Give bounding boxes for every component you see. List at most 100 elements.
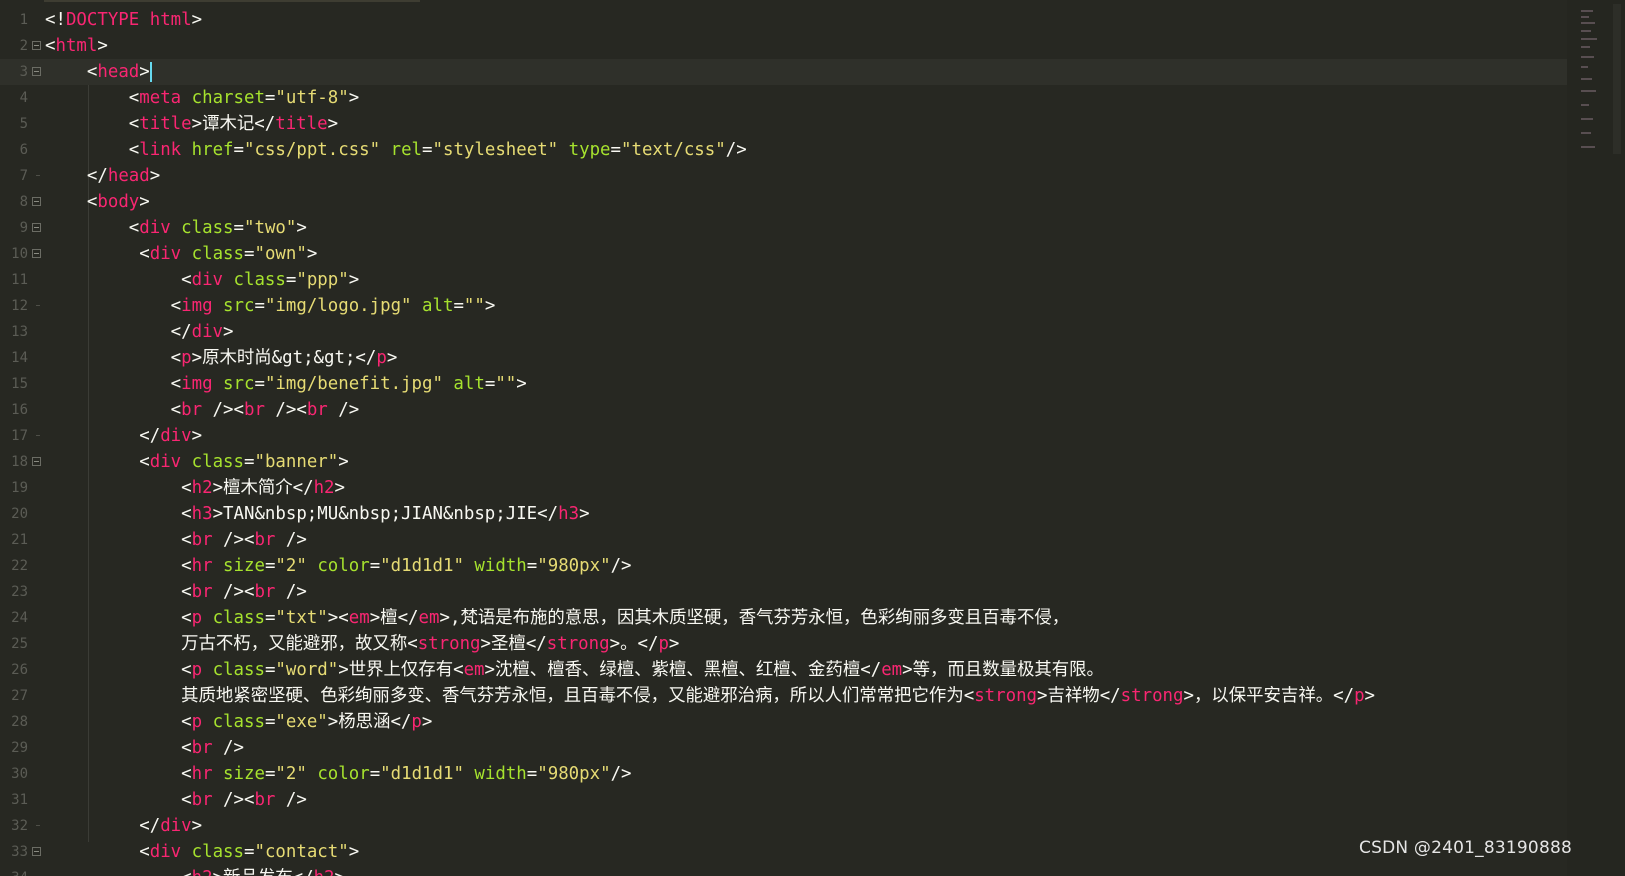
code-line-content[interactable]: <h2>新品发布</h2> (45, 865, 345, 876)
attribute-name: type (568, 140, 611, 160)
code-line[interactable]: 28 <p class="exe">杨思涵</p> (0, 709, 1600, 735)
code-line-content[interactable]: <title>谭木记</title> (45, 111, 338, 137)
punctuation: = (526, 556, 538, 576)
code-line-content[interactable]: <br /><br /> (45, 527, 307, 553)
code-line[interactable]: 25 万古不朽，又能避邪，故又称<strong>圣檀</strong>。</p> (0, 631, 1600, 657)
code-area[interactable]: 1 <!DOCTYPE html> 2 <html> 3 <head> 4 <meta c… (0, 7, 1600, 876)
code-line-content[interactable]: 其质地紧密坚硬、色彩绚丽多变、香气芬芳永恒，且百毒不侵，又能避邪治病，所以人们常… (45, 683, 1375, 709)
code-line-content[interactable]: <img src="img/logo.jpg" alt=""> (45, 293, 496, 319)
line-number: 34 (0, 865, 28, 876)
code-line-content[interactable]: <p class="exe">杨思涵</p> (45, 709, 432, 735)
punctuation: < (86, 192, 98, 212)
fold-toggle-icon[interactable] (32, 41, 41, 50)
code-line[interactable]: 2 <html> (0, 33, 1600, 59)
punctuation: < (181, 660, 192, 680)
scrollbar-thumb[interactable] (1613, 4, 1621, 154)
attribute-name: width (474, 556, 527, 576)
punctuation: > (327, 712, 339, 732)
tag-name: strong (546, 634, 610, 654)
code-editor[interactable]: 1 <!DOCTYPE html> 2 <html> 3 <head> 4 <meta c… (0, 0, 1625, 876)
tag-name: em (348, 608, 370, 628)
code-line[interactable]: 12 <img src="img/logo.jpg" alt=""> (0, 293, 1600, 319)
code-line-content[interactable]: <br /><br /> (45, 787, 307, 813)
code-line[interactable]: 19 <h2>檀木简介</h2> (0, 475, 1600, 501)
code-line[interactable]: 22 <hr size="2" color="d1d1d1" width="98… (0, 553, 1600, 579)
tag-name: title (139, 114, 192, 134)
fold-toggle-icon[interactable] (32, 457, 41, 466)
code-line[interactable]: 29 <br /> (0, 735, 1600, 761)
code-line[interactable]: 16 <br /><br /><br /> (0, 397, 1600, 423)
code-line-content[interactable]: <br /><br /><br /> (45, 397, 360, 423)
code-line-content[interactable]: <br /><br /> (45, 579, 307, 605)
fold-toggle-icon[interactable] (32, 223, 41, 232)
code-line[interactable]: 17 </div> (0, 423, 1600, 449)
line-number: 1 (19, 12, 28, 28)
code-line-content[interactable]: <head> (45, 59, 152, 85)
punctuation: /> (327, 400, 360, 420)
code-line-content[interactable]: </head> (45, 163, 160, 189)
fold-end-marker (36, 435, 40, 436)
fold-toggle-icon[interactable] (32, 847, 41, 856)
code-line[interactable]: 11 <div class="ppp"> (0, 267, 1600, 293)
code-line[interactable]: 7 </head> (0, 163, 1600, 189)
attribute-value: "two" (244, 218, 297, 238)
code-line-content[interactable]: </div> (45, 423, 202, 449)
code-line[interactable]: 15 <img src="img/benefit.jpg" alt=""> (0, 371, 1600, 397)
code-line-content[interactable]: <body> (45, 189, 150, 215)
code-line-content[interactable]: <p class="word">世界上仅存有<em>沈檀、檀香、绿檀、紫檀、黑檀… (45, 657, 1104, 683)
code-line-content[interactable]: <p class="txt"><em>檀</em>,梵语是布施的意思，因其木质坚… (45, 605, 1069, 631)
minimap[interactable] (1567, 0, 1625, 876)
code-line[interactable]: 9 <div class="two"> (0, 215, 1600, 241)
code-line[interactable]: 30 <hr size="2" color="d1d1d1" width="98… (0, 761, 1600, 787)
code-line[interactable]: 10 <div class="own"> (0, 241, 1600, 267)
code-line[interactable]: 24 <p class="txt"><em>檀</em>,梵语是布施的意思，因其… (0, 605, 1600, 631)
code-line-content[interactable]: <html> (45, 33, 108, 59)
code-line-content[interactable]: <br /> (45, 735, 244, 761)
code-line-content[interactable]: <div class="banner"> (45, 449, 348, 475)
code-line[interactable]: 32 </div> (0, 813, 1600, 839)
code-line-content[interactable]: <img src="img/benefit.jpg" alt=""> (45, 371, 527, 397)
code-line[interactable]: 1 <!DOCTYPE html> (0, 7, 1600, 33)
punctuation: = (264, 88, 276, 108)
code-line[interactable]: 4 <meta charset="utf-8"> (0, 85, 1600, 111)
code-line[interactable]: 3 <head> (0, 59, 1600, 85)
code-line-content[interactable]: <hr size="2" color="d1d1d1" width="980px… (45, 761, 631, 787)
code-line-content[interactable]: <meta charset="utf-8"> (45, 85, 359, 111)
punctuation: = (233, 140, 244, 160)
code-line[interactable]: 13 </div> (0, 319, 1600, 345)
code-line-content[interactable]: <div class="two"> (45, 215, 307, 241)
code-line-content[interactable]: <link href="css/ppt.css" rel="stylesheet… (45, 137, 747, 163)
code-line[interactable]: 20 <h3>TAN&nbsp;MU&nbsp;JIAN&nbsp;JIE</h… (0, 501, 1600, 527)
code-line-content[interactable]: </div> (45, 319, 234, 345)
code-line-content[interactable]: <div class="ppp"> (45, 267, 359, 293)
line-number: 21 (11, 532, 28, 548)
code-line[interactable]: 5 <title>谭木记</title> (0, 111, 1600, 137)
code-line[interactable]: 34 <h2>新品发布</h2> (0, 865, 1600, 876)
fold-toggle-icon[interactable] (32, 197, 41, 206)
punctuation: < (170, 348, 182, 368)
code-line[interactable]: 8 <body> (0, 189, 1600, 215)
fold-toggle-icon[interactable] (32, 249, 41, 258)
code-line-content[interactable]: 万古不朽，又能避邪，故又称<strong>圣檀</strong>。</p> (45, 631, 679, 657)
code-line-content[interactable]: <hr size="2" color="d1d1d1" width="980px… (45, 553, 631, 579)
punctuation: </ (390, 712, 412, 732)
code-line-content[interactable]: <div class="contact"> (45, 839, 359, 865)
code-line-content[interactable]: </div> (45, 813, 202, 839)
attribute-name: size (223, 556, 265, 576)
code-line[interactable]: 14 <p>原木时尚&gt;&gt;</p> (0, 345, 1600, 371)
code-line[interactable]: 26 <p class="word">世界上仅存有<em>沈檀、檀香、绿檀、紫檀… (0, 657, 1600, 683)
fold-toggle-icon[interactable] (32, 67, 41, 76)
code-line-content[interactable]: <!DOCTYPE html> (45, 7, 202, 33)
attribute-name: alt (422, 296, 454, 316)
code-line-content[interactable]: <div class="own"> (45, 241, 317, 267)
code-line-content[interactable]: <h3>TAN&nbsp;MU&nbsp;JIAN&nbsp;JIE</h3> (45, 501, 589, 527)
code-line[interactable]: 18 <div class="banner"> (0, 449, 1600, 475)
code-line-content[interactable]: <h2>檀木简介</h2> (45, 475, 345, 501)
code-line-content[interactable]: <p>原木时尚&gt;&gt;</p> (45, 345, 398, 371)
code-line[interactable]: 6 <link href="css/ppt.css" rel="styleshe… (0, 137, 1600, 163)
code-line[interactable]: 23 <br /><br /> (0, 579, 1600, 605)
punctuation (213, 764, 223, 784)
code-line[interactable]: 21 <br /><br /> (0, 527, 1600, 553)
code-line[interactable]: 27 其质地紧密坚硬、色彩绚丽多变、香气芬芳永恒，且百毒不侵，又能避邪治病，所以… (0, 683, 1600, 709)
code-line[interactable]: 31 <br /><br /> (0, 787, 1600, 813)
